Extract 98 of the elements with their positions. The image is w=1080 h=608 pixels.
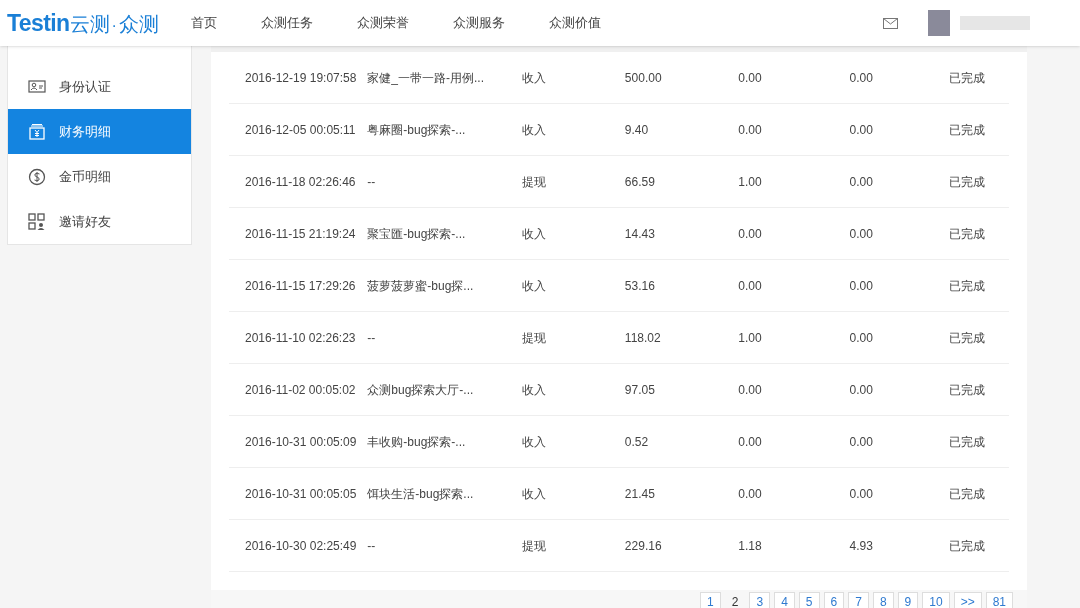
table-cell-text: -- [367,173,377,191]
table-cell-text: 0.00 [738,277,763,295]
table-cell-text: 2016-12-19 19:07:58 [245,69,358,87]
table-cell-text: 0.00 [849,485,874,503]
table-cell-text: 9.40 [624,121,650,139]
table-cell-text: 2016-12-05 00:05:11 [245,121,357,139]
table-cell-text: 1.00 [738,329,763,347]
table-cell-text: 0.00 [849,69,874,87]
table-cell-text: 2016-10-30 02:25:49 [245,537,358,555]
table-cell-text: 0.00 [849,121,874,139]
page-button[interactable]: 81 [985,592,1013,608]
id-card-icon [28,77,46,96]
username-placeholder [960,16,1030,30]
table-cell-text: 53.16 [624,277,656,295]
table-cell-text: 14.43 [624,225,656,243]
nav-link[interactable]: 众测荣誉 [357,13,409,33]
table-cell-text: 已完成 [949,329,986,347]
table-cell-text: 2016-11-15 21:19:24 [245,225,357,243]
table-cell-text: 已完成 [949,277,986,295]
table-cell-text: 收入 [522,485,548,503]
table-cell-text: 0.00 [849,433,874,451]
table-cell-text: 1.00 [738,173,763,191]
table-cell-text: 4.93 [849,537,874,555]
table-cell-text: 0.00 [738,381,763,399]
table-cell-text: 118.02 [624,329,662,347]
table-cell-text: 0.00 [849,329,874,347]
table-cell-text: -- [367,329,377,347]
table-cell-text: 2016-11-10 02:26:23 [245,329,357,347]
table-cell-text: 0.00 [849,277,874,295]
page-button[interactable]: 6 [823,592,845,608]
logo-text-cn: 云测 [69,11,110,37]
table-cell-text: 2016-11-18 02:26:46 [245,173,357,191]
table-cell-text: 已完成 [949,381,986,399]
nav-link[interactable]: 众测任务 [261,13,313,33]
table-cell-text: 66.59 [624,173,656,191]
table-cell-text: 聚宝匯-bug探索-... [367,225,467,243]
table-cell-text: 收入 [522,433,548,451]
table-cell-text: 0.00 [849,225,874,243]
table-cell-text: 已完成 [949,121,986,139]
page-button[interactable]: 8 [872,592,894,608]
table-cell-text: 已完成 [949,225,986,243]
mail-icon[interactable] [883,17,898,29]
table-cell-text: 众测bug探索大厅-... [367,381,475,399]
page-button[interactable]: 2 [724,592,746,608]
nav-link[interactable]: 首页 [191,13,217,33]
table-cell-text: 收入 [522,277,548,295]
logo-dot: · [111,15,117,36]
table-cell-text: 229.16 [624,537,663,555]
table-cell-text: 0.00 [738,69,763,87]
table-cell-text: 0.00 [738,485,763,503]
table-cell-text: 收入 [522,225,548,243]
table-cell-text: 菠萝菠萝蜜-bug探... [367,277,475,295]
page-button[interactable]: >> [953,592,982,608]
qr-person-icon [28,212,46,231]
nav-link[interactable]: 众测价值 [549,13,601,33]
table-cell-text: 已完成 [949,537,986,555]
page-button[interactable]: 4 [774,592,795,608]
table-cell-text: 500.00 [624,69,663,87]
table-cell-text: -- [367,537,377,555]
table-cell-text: 0.52 [624,433,650,451]
table-cell-text: 家健_一带一路-用例... [367,69,485,87]
page-button[interactable]: 5 [798,592,820,608]
table-cell-text: 2016-10-31 00:05:05 [245,485,358,503]
table-cell-text: 粤麻圈-bug探索-... [367,121,467,139]
table-cell-text: 提现 [522,537,548,555]
table-cell-text: 已完成 [949,69,986,87]
table-cell-text: 收入 [522,121,548,139]
table-cell-text: 0.00 [849,381,874,399]
table-cell-text: 收入 [522,69,548,87]
table-cell-text: 已完成 [949,433,986,451]
table-cell-text: 2016-11-15 17:29:26 [245,277,357,295]
nav-link[interactable]: 众测服务 [453,13,505,33]
table-cell-text: 21.45 [624,485,656,503]
table-cell-text: 1.18 [738,537,763,555]
table-cell-text: 已完成 [949,485,986,503]
page-button[interactable]: 3 [749,592,771,608]
table-cell-text: 2016-11-02 00:05:02 [245,381,357,399]
table-cell-text: 提现 [522,329,548,347]
sidebar-item[interactable]: 财务明细 [8,109,191,154]
table-cell-text: 丰收购-bug探索-... [367,433,467,451]
table-cell-text: 0.00 [738,121,763,139]
logo-subtitle: 众测 [118,11,159,37]
page-button[interactable]: 7 [848,592,869,608]
table-cell-text: 已完成 [949,173,986,191]
table-cell-text: 2016-10-31 00:05:09 [245,433,358,451]
table-cell-text: 饵块生活-bug探索... [367,485,475,503]
yen-card-icon [28,122,46,141]
table-cell-text: 97.05 [624,381,656,399]
table-cell-text: 收入 [522,381,548,399]
table-cell-text: 提现 [522,173,548,191]
page-button[interactable]: 1 [700,592,721,608]
page-button[interactable]: 10 [922,592,950,608]
table-cell-text: 0.00 [738,433,763,451]
table-cell-text: 0.00 [738,225,763,243]
dollar-coin-icon [28,167,46,186]
page-button[interactable]: 9 [897,592,919,608]
logo-text: Testin [7,8,70,38]
table-cell-text: 0.00 [849,173,874,191]
